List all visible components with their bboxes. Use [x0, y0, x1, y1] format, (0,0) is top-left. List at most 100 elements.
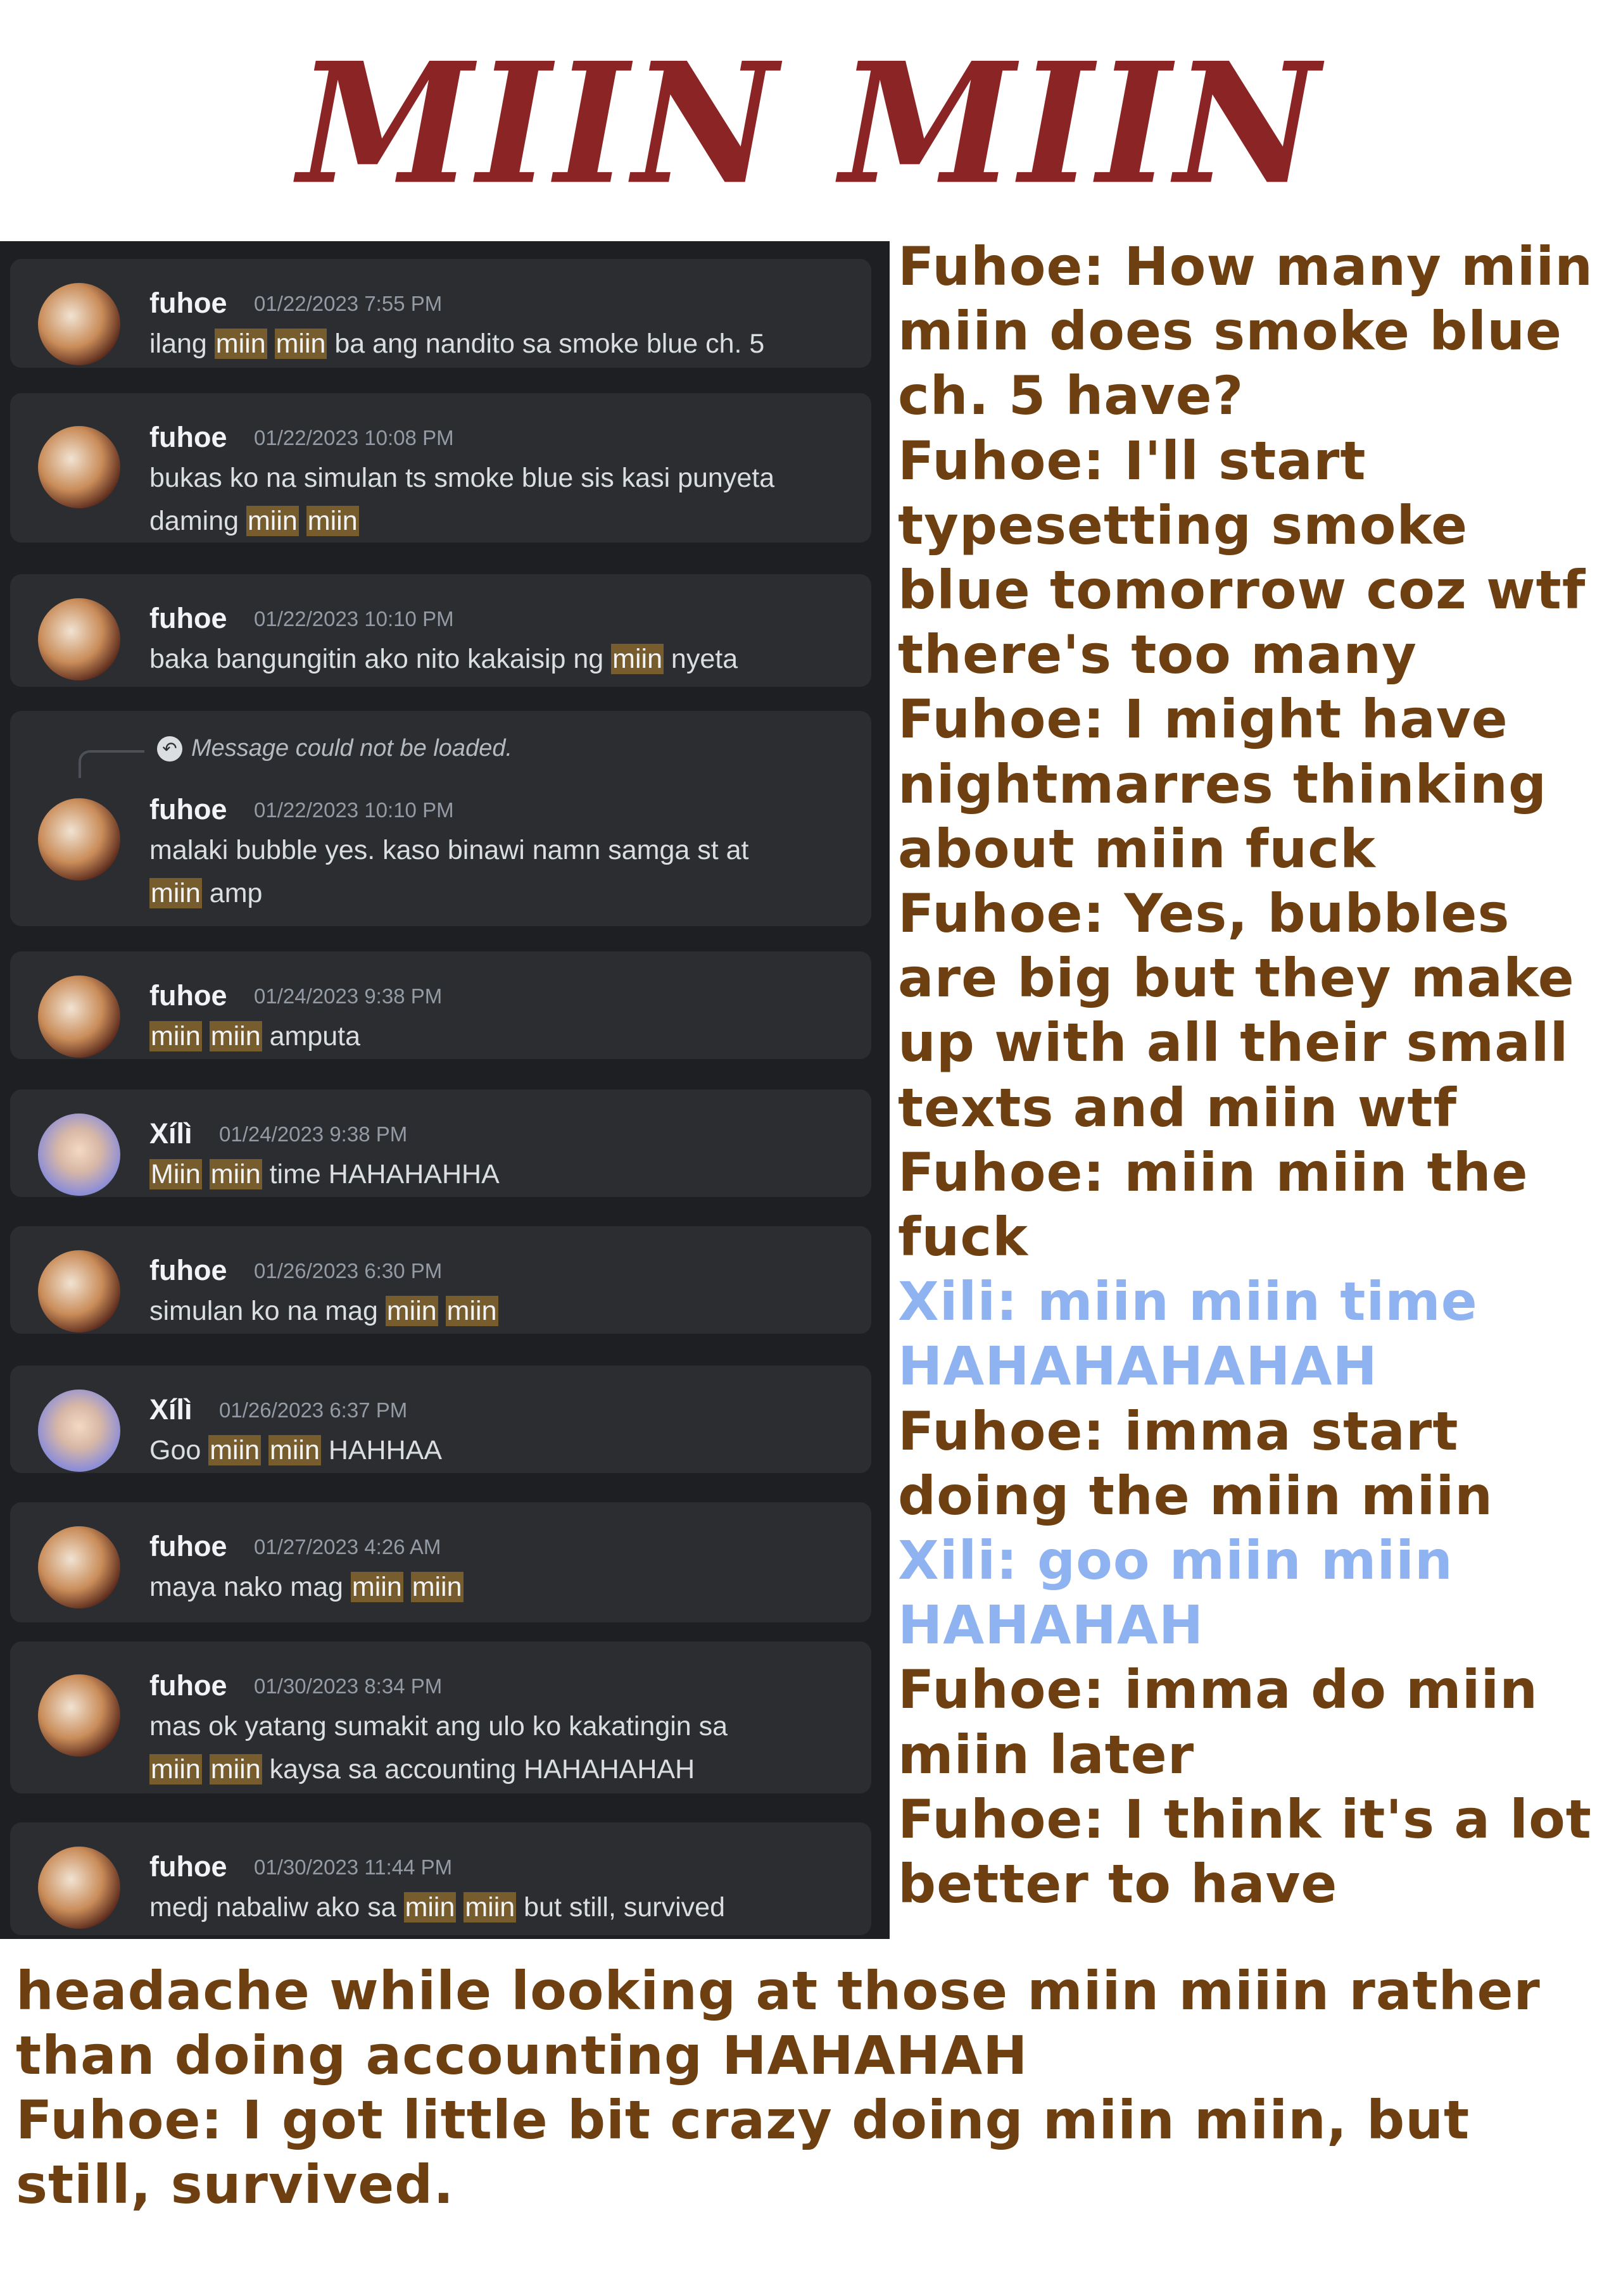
avatar[interactable]: [38, 1113, 120, 1196]
keyword-highlight: miin: [403, 1892, 457, 1923]
keyword-highlight: miin: [274, 329, 327, 359]
keyword-highlight: miin: [149, 1754, 202, 1785]
chat-message[interactable]: fuhoe 01/30/2023 8:34 PM mas ok yatang sum…: [10, 1641, 871, 1793]
username[interactable]: Xílì: [149, 1117, 192, 1150]
translation-line: HAHAHAHAHAH: [898, 1335, 1378, 1398]
keyword-highlight: miin: [214, 329, 267, 359]
translation-line: about miin fuck: [898, 817, 1376, 880]
timestamp: 01/26/2023 6:37 PM: [219, 1398, 408, 1422]
timestamp: 01/30/2023 8:34 PM: [254, 1674, 443, 1698]
keyword-highlight: miin: [209, 1159, 262, 1189]
text-segment: Goo: [149, 1435, 209, 1465]
avatar[interactable]: [38, 598, 120, 681]
keyword-highlight: miin: [208, 1435, 262, 1465]
translation-line: Fuhoe: I might have: [898, 688, 1508, 751]
message-text: medj nabaliw ako sa miin miin but still,…: [149, 1892, 725, 1923]
message-text: bukas ko na simulan ts smoke blue sis ka…: [149, 463, 774, 494]
message-text: miin miin kaysa sa accounting HAHAHAHAH: [149, 1754, 695, 1785]
text-segment: simulan ko na mag: [149, 1296, 386, 1326]
timestamp: 01/22/2023 10:08 PM: [254, 426, 454, 449]
reply-note: Message could not be loaded.: [191, 735, 513, 762]
text-segment: [438, 1296, 446, 1326]
chat-message[interactable]: Xílì 01/24/2023 9:38 PM Miin miin time HAH…: [10, 1089, 871, 1197]
chat-message[interactable]: fuhoe 01/27/2023 4:26 AM maya nako mag mii…: [10, 1502, 871, 1622]
timestamp: 01/22/2023 7:55 PM: [254, 292, 443, 315]
message-text: Goo miin miin HAHHAA: [149, 1435, 442, 1466]
text-segment: time HAHAHAHHA: [262, 1159, 500, 1189]
avatar[interactable]: [38, 798, 120, 881]
avatar[interactable]: [38, 1526, 120, 1609]
text-segment: kaysa sa accounting HAHAHAHAH: [262, 1754, 695, 1785]
translation-line: ch. 5 have?: [898, 365, 1244, 427]
chat-message[interactable]: fuhoe 01/24/2023 9:38 PM miin miin amputa: [10, 951, 871, 1059]
chat-message[interactable]: fuhoe 01/22/2023 10:08 PM bukas ko na simu…: [10, 393, 871, 543]
translation-line: Fuhoe: I got little bit crazy doing miin…: [16, 2089, 1470, 2151]
message-text: baka bangungitin ako nito kakaisip ng mi…: [149, 644, 738, 675]
translation-line: Fuhoe: I think it's a lot: [898, 1788, 1592, 1850]
message-text: Miin miin time HAHAHAHHA: [149, 1159, 500, 1190]
username[interactable]: fuhoe: [149, 421, 227, 454]
chat-message[interactable]: ↶ Message could not be loaded. fuhoe 01/22/…: [10, 711, 871, 926]
text-segment: [202, 1159, 210, 1189]
reply-icon: ↶: [157, 736, 182, 762]
username[interactable]: fuhoe: [149, 287, 227, 320]
translation-line: doing the miin miin: [898, 1464, 1494, 1527]
translation-line: are big but they make: [898, 947, 1575, 1010]
message-text: malaki bubble yes. kaso binawi namn samg…: [149, 835, 748, 866]
chat-message[interactable]: Xílì 01/26/2023 6:37 PM Goo miin miin HAHH…: [10, 1365, 871, 1473]
text-segment: [202, 1021, 210, 1051]
translation-line: fuck: [898, 1206, 1029, 1268]
translation-line: Fuhoe: imma start: [898, 1400, 1459, 1462]
timestamp: 01/26/2023 6:30 PM: [254, 1259, 443, 1283]
chat-message[interactable]: fuhoe 01/22/2023 7:55 PM ilang miin miin b…: [10, 259, 871, 368]
translation-line: up with all their small: [898, 1012, 1569, 1074]
timestamp: 01/22/2023 10:10 PM: [254, 607, 454, 630]
avatar[interactable]: [38, 1847, 120, 1929]
keyword-highlight: Miin: [149, 1159, 202, 1189]
text-segment: bukas ko na simulan ts smoke blue sis ka…: [149, 463, 775, 493]
avatar[interactable]: [38, 283, 120, 365]
username[interactable]: fuhoe: [149, 1254, 227, 1287]
text-segment: [299, 506, 306, 536]
username[interactable]: fuhoe: [149, 1850, 227, 1883]
message-text: maya nako mag miin miin: [149, 1572, 464, 1603]
text-segment: [202, 1754, 210, 1785]
translation-line: there's too many: [898, 624, 1417, 686]
avatar[interactable]: [38, 1250, 120, 1333]
avatar[interactable]: [38, 1674, 120, 1757]
avatar[interactable]: [38, 1390, 120, 1472]
chat-message[interactable]: fuhoe 01/26/2023 6:30 PM simulan ko na mag…: [10, 1226, 871, 1334]
username[interactable]: fuhoe: [149, 1669, 227, 1702]
translation-line: blue tomorrow coz wtf: [898, 559, 1586, 621]
text-segment: daming: [149, 506, 246, 536]
timestamp: 01/24/2023 9:38 PM: [219, 1122, 408, 1146]
text-segment: ilang: [149, 329, 215, 359]
translation-line: better to have: [898, 1853, 1338, 1915]
translation-line: HAHAHAH: [898, 1594, 1204, 1657]
username[interactable]: fuhoe: [149, 793, 227, 826]
translation-line: headache while looking at those miin mii…: [16, 1960, 1541, 2022]
timestamp: 01/24/2023 9:38 PM: [254, 984, 443, 1008]
chat-message[interactable]: fuhoe 01/22/2023 10:10 PM baka bangungitin…: [10, 574, 871, 687]
text-segment: mas ok yatang sumakit ang ulo ko kakatin…: [149, 1711, 728, 1741]
username[interactable]: Xílì: [149, 1393, 192, 1426]
keyword-highlight: miin: [410, 1572, 464, 1602]
keyword-highlight: miin: [268, 1435, 321, 1465]
text-segment: amp: [201, 878, 263, 908]
text-segment: nyeta: [663, 644, 738, 674]
keyword-highlight: miin: [306, 506, 359, 536]
text-segment: [261, 1435, 268, 1465]
message-text: ilang miin miin ba ang nandito sa smoke …: [149, 329, 764, 360]
translation-line: than doing accounting HAHAHAH: [16, 2024, 1028, 2086]
keyword-highlight: miin: [149, 1021, 202, 1051]
keyword-highlight: miin: [209, 1021, 262, 1051]
username[interactable]: fuhoe: [149, 602, 227, 635]
message-text: mas ok yatang sumakit ang ulo ko kakatin…: [149, 1711, 728, 1742]
username[interactable]: fuhoe: [149, 1530, 227, 1563]
chat-message[interactable]: fuhoe 01/30/2023 11:44 PM medj nabaliw ako…: [10, 1822, 871, 1935]
avatar[interactable]: [38, 975, 120, 1058]
page-title: MIIN MIIN: [298, 25, 1323, 222]
text-segment: amputa: [262, 1021, 361, 1051]
username[interactable]: fuhoe: [149, 979, 227, 1012]
avatar[interactable]: [38, 426, 120, 508]
